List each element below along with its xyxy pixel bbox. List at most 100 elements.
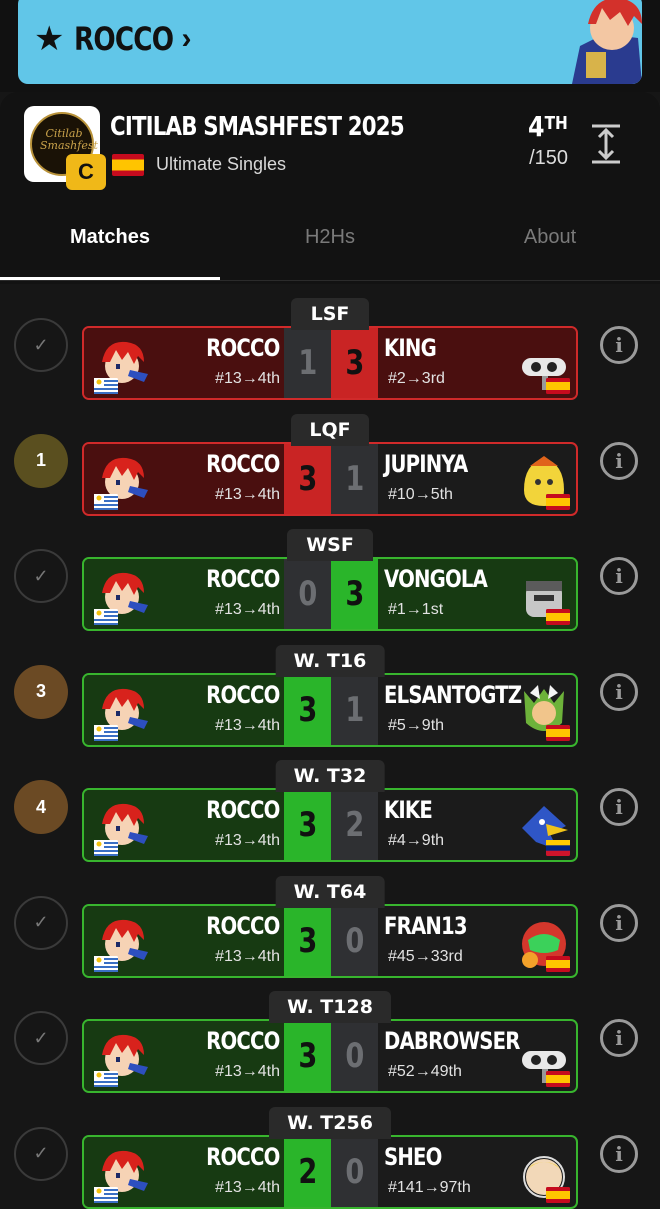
player-left: ROCCO #13→4th	[84, 1136, 284, 1207]
info-icon[interactable]: i	[600, 672, 638, 711]
tab-bar: Matches H2Hs About	[0, 214, 660, 284]
star-icon[interactable]: ★	[34, 22, 64, 56]
player-left: ROCCO #13→4th	[84, 328, 284, 398]
player-left-seed: #13→4th	[215, 832, 280, 849]
info-icon[interactable]: i	[600, 788, 638, 826]
info-icon[interactable]: i	[600, 441, 638, 480]
character-icon	[94, 457, 148, 510]
match-row[interactable]: 1 LQF ROCCO #13→4th 3 1 JUPINYA #10→5th i	[0, 398, 660, 516]
match-row[interactable]: ✓ LSF ROCCO #13→4th 1 3 KING #2→3rd i	[0, 282, 660, 400]
info-icon[interactable]: i	[600, 1019, 638, 1057]
player-left: ROCCO #13→4th	[84, 559, 284, 629]
tab-h2hs[interactable]: H2Hs	[220, 214, 440, 284]
player-right-seed: #141→97th	[388, 1178, 471, 1196]
player-left-seed: #13→4th	[215, 485, 280, 503]
match-card[interactable]: ROCCO #13→4th 3 0 DABROWSER #52→49th	[82, 1019, 578, 1093]
score-right: 0	[331, 1021, 378, 1091]
matches-list: ✓ LSF ROCCO #13→4th 1 3 KING #2→3rd i 1 LQF ROCCO #1…	[0, 282, 660, 1209]
player-left-seed: #13→4th	[215, 601, 280, 618]
chevron-right-icon[interactable]: ›	[182, 22, 192, 56]
player-left: ROCCO #13→4th	[84, 790, 284, 860]
logo-text: Citilab Smashfest	[40, 127, 98, 152]
player-left-seed: #13→4th	[215, 370, 280, 387]
match-row[interactable]: ✓ W. T64 ROCCO #13→4th 3 0 FRAN13 #45→33rd i	[0, 860, 660, 978]
player-name: ROCCO	[74, 20, 174, 58]
score-left: 3	[284, 443, 331, 514]
expand-vertical-icon[interactable]	[588, 122, 624, 166]
player-left-name: ROCCO	[206, 334, 281, 362]
character-icon	[94, 1150, 148, 1203]
final-placing: 4TH /150	[521, 110, 568, 170]
check-icon[interactable]: ✓	[14, 318, 68, 372]
check-icon[interactable]: ✓	[14, 895, 68, 950]
player-right: KING #2→3rd	[378, 328, 576, 398]
info-icon[interactable]: i	[600, 326, 638, 364]
character-icon	[94, 1034, 148, 1087]
player-right-seed: #5→9th	[388, 716, 445, 734]
match-card[interactable]: ROCCO #13→4th 0 3 VONGOLA #1→1st	[82, 557, 578, 631]
character-icon	[522, 358, 570, 394]
character-icon	[524, 455, 570, 510]
score-right: 3	[331, 559, 378, 629]
event-title[interactable]: CITILAB SMASHFEST 2025	[110, 112, 405, 142]
player-right-name: ELSANTOGTZ	[384, 680, 522, 709]
check-icon[interactable]: ✓	[14, 1011, 68, 1065]
player-left-seed: #13→4th	[215, 1178, 280, 1196]
match-row[interactable]: 4 W. T32 ROCCO #13→4th 3 2 KIKE #4→9th i	[0, 744, 660, 862]
round-label: W. T64	[275, 875, 385, 908]
seed-badge-label: 4	[35, 796, 46, 817]
info-icon[interactable]: i	[600, 1134, 638, 1173]
player-right: DABROWSER #52→49th	[378, 1021, 576, 1091]
player-right: ELSANTOGTZ #5→9th	[378, 675, 576, 745]
player-right: JUPINYA #10→5th	[378, 444, 576, 514]
spain-flag-icon	[112, 154, 144, 176]
check-icon[interactable]: ✓	[14, 549, 68, 603]
round-label: W. T256	[269, 1106, 391, 1139]
player-left: ROCCO #13→4th	[84, 905, 284, 976]
score-left: 1	[284, 328, 331, 398]
player-right: SHEO #141→97th	[378, 1137, 576, 1207]
match-card[interactable]: ROCCO #13→4th 3 1 JUPINYA #10→5th	[82, 441, 578, 516]
player-portrait	[542, 0, 642, 84]
player-left-name: ROCCO	[206, 565, 281, 593]
match-row[interactable]: ✓ WSF ROCCO #13→4th 0 3 VONGOLA #1→1st i	[0, 513, 660, 631]
match-row[interactable]: ✓ W. T128 ROCCO #13→4th 3 0 DABROWSER #52→49th i	[0, 975, 660, 1093]
character-icon	[94, 919, 148, 972]
score-right: 0	[331, 1136, 378, 1207]
score-right: 1	[331, 443, 378, 514]
tab-matches[interactable]: Matches	[0, 214, 220, 284]
player-right-name: FRAN13	[384, 911, 468, 940]
player-right-name: JUPINYA	[384, 449, 468, 478]
score-left: 3	[284, 1021, 331, 1091]
score-left: 3	[284, 674, 331, 745]
player-left: ROCCO #13→4th	[84, 443, 284, 514]
character-icon	[94, 572, 148, 625]
score-right: 3	[331, 328, 378, 398]
player-banner[interactable]: ★ ROCCO ›	[18, 0, 642, 84]
score-left: 0	[284, 559, 331, 629]
player-left-seed: #13→4th	[215, 1063, 280, 1080]
info-icon[interactable]: i	[600, 903, 638, 942]
player-left-name: ROCCO	[206, 449, 281, 478]
player-right-seed: #10→5th	[388, 485, 453, 503]
placing-suffix: TH	[544, 113, 568, 134]
tab-about[interactable]: About	[440, 214, 660, 284]
match-card[interactable]: ROCCO #13→4th 1 3 KING #2→3rd	[82, 326, 578, 400]
round-label: LQF	[291, 413, 369, 446]
round-label: W. T128	[269, 991, 391, 1023]
match-card[interactable]: ROCCO #13→4th 2 0 SHEO #141→97th	[82, 1134, 578, 1209]
player-right-name: DABROWSER	[384, 1027, 520, 1055]
match-row[interactable]: 3 W. T16 ROCCO #13→4th 3 1 ELSANTOGTZ #5→9th i	[0, 629, 660, 747]
match-card[interactable]: ROCCO #13→4th 3 2 KIKE #4→9th	[82, 788, 578, 862]
score-right: 1	[331, 674, 378, 745]
match-row[interactable]: ✓ W. T256 ROCCO #13→4th 2 0 SHEO #141→97th i	[0, 1091, 660, 1209]
player-right-name: SHEO	[384, 1142, 442, 1171]
character-icon	[522, 1051, 570, 1087]
check-icon[interactable]: ✓	[14, 1126, 68, 1181]
player-left-name: ROCCO	[206, 1142, 281, 1171]
info-icon[interactable]: i	[600, 557, 638, 595]
match-card[interactable]: ROCCO #13→4th 3 1 ELSANTOGTZ #5→9th	[82, 672, 578, 747]
event-subtitle: Ultimate Singles	[156, 154, 287, 174]
match-card[interactable]: ROCCO #13→4th 3 0 FRAN13 #45→33rd	[82, 903, 578, 978]
player-right: VONGOLA #1→1st	[378, 559, 576, 629]
